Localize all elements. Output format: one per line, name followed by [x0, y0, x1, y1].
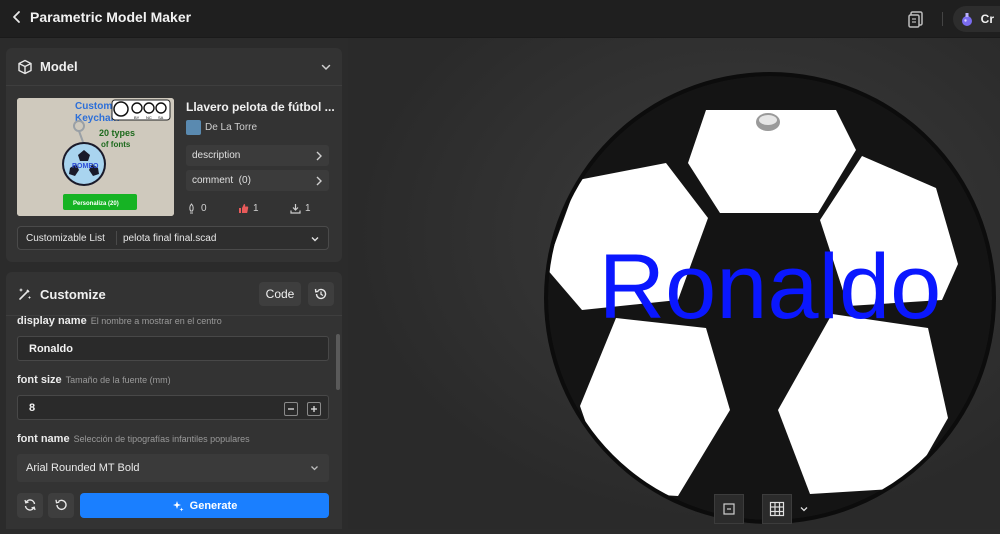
- rocket-icon: [189, 203, 194, 214]
- comment-button[interactable]: comment (0): [186, 170, 329, 191]
- customize-panel-header: Customize Code: [6, 272, 342, 316]
- refresh-icon: [24, 499, 36, 511]
- divider: [116, 231, 117, 245]
- thumb-personalize: Personaliza (20): [73, 201, 119, 207]
- download-stat[interactable]: 1: [290, 203, 311, 214]
- fit-view-button[interactable]: [714, 494, 744, 524]
- boost-count: 0: [201, 203, 207, 214]
- scrollbar[interactable]: [336, 334, 340, 390]
- decrement-button[interactable]: [284, 402, 298, 416]
- thumbs-up-icon: [239, 204, 249, 213]
- font-size-desc: Tamaño de la fuente (mm): [65, 375, 171, 385]
- description-button[interactable]: description: [186, 145, 329, 166]
- magic-wand-icon: [19, 288, 31, 300]
- sparkle-icon: [172, 500, 184, 511]
- topbar-actions: Cr: [906, 5, 1000, 33]
- thumb-types: 20 types: [99, 128, 135, 138]
- minus-icon: [288, 408, 294, 410]
- model-title[interactable]: Llavero pelota de fútbol ...: [186, 100, 335, 114]
- font-name-label: font name Selección de tipografías infant…: [17, 433, 250, 445]
- grid-icon: [769, 501, 785, 517]
- top-bar: Parametric Model Maker Cr: [0, 0, 1000, 38]
- thumb-heading: Custom: [75, 101, 112, 112]
- font-size-title: font size: [17, 374, 62, 386]
- like-count: 1: [253, 203, 259, 214]
- thumb-types-2: of fonts: [101, 140, 131, 149]
- author-name[interactable]: De La Torre: [205, 122, 257, 133]
- frame-icon: [723, 503, 735, 515]
- viewport-toolbar: [714, 494, 816, 524]
- license-nc: NC: [146, 115, 152, 120]
- font-size-label: font size Tamaño de la fuente (mm): [17, 374, 171, 386]
- like-stat[interactable]: 1: [238, 203, 259, 214]
- potion-icon: [961, 13, 972, 26]
- chevron-down-icon: [311, 237, 319, 242]
- generate-label: Generate: [189, 499, 238, 512]
- description-label: description: [192, 150, 241, 161]
- create-button[interactable]: Cr: [952, 6, 1000, 32]
- display-name-desc: El nombre a mostrar en el centro: [90, 316, 222, 326]
- cube-icon: [18, 59, 32, 75]
- author-avatar[interactable]: [186, 120, 201, 135]
- undo-icon: [55, 499, 67, 511]
- render-text: Ronaldo: [599, 236, 942, 338]
- model-panel-header[interactable]: Model: [6, 48, 342, 86]
- chevron-down-icon: [311, 466, 318, 471]
- chevron-down-icon: [800, 507, 808, 512]
- grid-toggle-button[interactable]: [762, 494, 792, 524]
- customize-panel: Customize Code display name El nombre a m…: [6, 272, 342, 529]
- license-sa: SA: [158, 115, 164, 120]
- comment-label: comment (0): [192, 175, 251, 186]
- 3d-viewport[interactable]: Ronaldo: [348, 38, 1000, 529]
- chevron-down-icon[interactable]: [320, 61, 332, 73]
- download-icon: [290, 204, 301, 214]
- font-name-desc: Selección de tipografías infantiles popu…: [73, 434, 250, 444]
- font-name-select[interactable]: Arial Rounded MT Bold: [17, 454, 329, 482]
- app-title: Parametric Model Maker: [30, 9, 192, 25]
- model-render[interactable]: Ronaldo: [348, 38, 1000, 529]
- generate-button[interactable]: Generate: [80, 493, 329, 518]
- font-name-title: font name: [17, 433, 70, 445]
- grid-options-button[interactable]: [792, 504, 816, 514]
- customizable-list-value: pelota final final.scad: [123, 233, 217, 244]
- customizable-list-select[interactable]: Customizable List pelota final final.sca…: [17, 226, 329, 250]
- model-thumbnail[interactable]: Custom Keychain BY NC SA 20 types of fon…: [17, 98, 174, 216]
- code-button[interactable]: Code: [259, 282, 301, 306]
- back-button[interactable]: [8, 8, 26, 26]
- model-panel: Model Custom Keychain BY NC SA 20 types …: [6, 48, 342, 262]
- plus-icon: [311, 406, 317, 412]
- divider: [941, 12, 943, 26]
- download-count: 1: [305, 203, 311, 214]
- display-name-input[interactable]: Ronaldo: [17, 336, 329, 361]
- reset-button[interactable]: [48, 493, 74, 518]
- display-name-title: display name: [17, 315, 87, 327]
- customize-panel-title: Customize: [40, 287, 106, 302]
- display-name-label: display name El nombre a mostrar en el ce…: [17, 315, 222, 327]
- model-panel-title: Model: [40, 59, 78, 74]
- chevron-left-icon: [13, 11, 20, 23]
- customizable-list-label: Customizable List: [26, 233, 105, 244]
- thumb-ball-text: ROMEO: [72, 163, 99, 170]
- increment-button[interactable]: [307, 402, 321, 416]
- copy-icon: [907, 11, 923, 28]
- randomize-button[interactable]: [17, 493, 43, 518]
- license-by: BY: [134, 115, 140, 120]
- model-stats: 0 1 1: [186, 203, 331, 217]
- boost-stat[interactable]: 0: [186, 203, 207, 214]
- history-button[interactable]: [308, 282, 334, 306]
- font-name-value: Arial Rounded MT Bold: [26, 462, 140, 474]
- chevron-right-icon: [316, 151, 322, 161]
- history-icon: [314, 288, 327, 300]
- create-label: Cr: [980, 12, 994, 26]
- copy-button[interactable]: [906, 9, 926, 29]
- chevron-right-icon: [316, 176, 322, 186]
- font-size-input[interactable]: 8: [17, 395, 329, 420]
- font-size-value: 8: [29, 402, 36, 414]
